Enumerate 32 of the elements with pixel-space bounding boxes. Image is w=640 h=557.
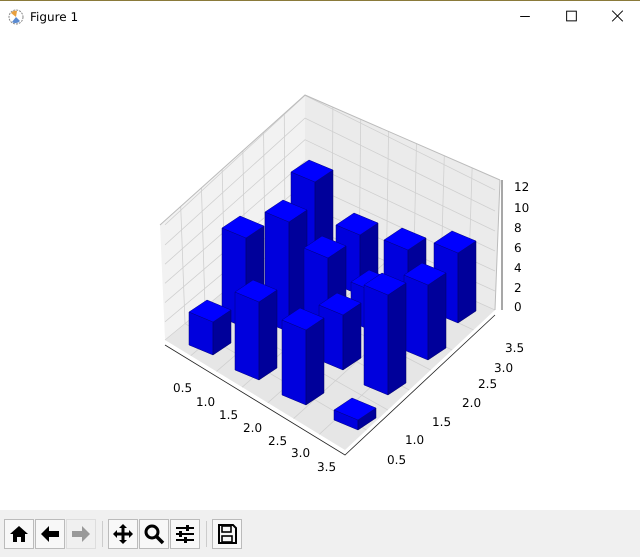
search-icon: [143, 522, 165, 544]
tick-label: 2.5: [478, 377, 498, 391]
tick-label: 8: [514, 221, 522, 235]
tick-label: 3.5: [505, 341, 524, 355]
tick-label: 1.5: [432, 415, 452, 429]
tick-label: 6: [514, 241, 522, 255]
zoom-button[interactable]: [139, 518, 169, 548]
tick-label: 2.0: [243, 421, 262, 435]
sliders-icon: [174, 522, 196, 544]
home-button[interactable]: [4, 518, 34, 548]
tick-label: 10: [514, 201, 530, 215]
tick-label: 3.0: [291, 446, 310, 460]
tick-label: 2.0: [462, 396, 482, 410]
tick-label: 2: [514, 281, 522, 295]
tick-label: 0.5: [387, 453, 406, 467]
tick-label: 1.0: [405, 433, 424, 447]
tick-label: 2.5: [268, 434, 288, 448]
tick-label: 4: [514, 261, 522, 275]
tick-label: 3.0: [494, 361, 514, 375]
app-icon: [8, 8, 24, 24]
tick-label: 1.5: [219, 408, 238, 422]
pan-button[interactable]: [108, 518, 138, 548]
back-button[interactable]: [35, 518, 65, 548]
save-button[interactable]: [212, 518, 242, 548]
window-title: Figure 1: [30, 10, 78, 24]
tick-label: 3.5: [317, 460, 336, 474]
tick-label: 0.5: [173, 381, 192, 395]
tick-label: 1.0: [196, 395, 216, 409]
tick-label: 0: [514, 300, 522, 314]
configure-button[interactable]: [170, 518, 200, 548]
move-arrows-icon: [112, 522, 134, 544]
tick-label: 12: [514, 180, 530, 194]
